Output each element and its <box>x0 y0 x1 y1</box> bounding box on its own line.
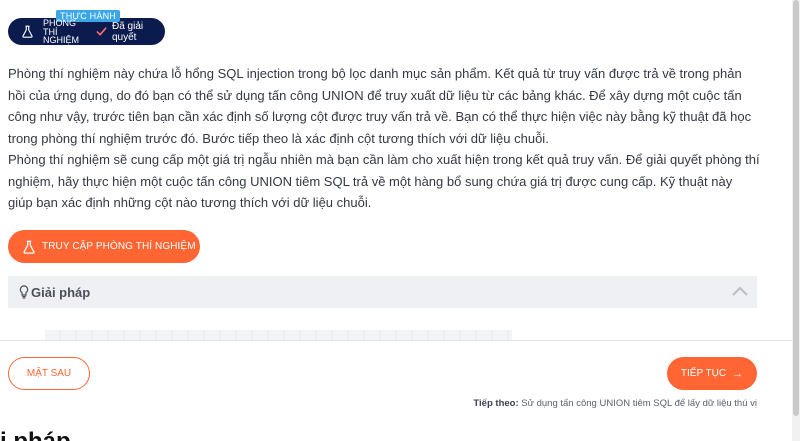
continue-button-label: TIẾP TỤC <box>680 368 727 379</box>
next-hint-text: Sử dụng tấn công UNION tiêm SQL để lấy d… <box>521 398 757 409</box>
lesson-footer: MẶT SAU TIẾP TỤC → Tiếp theo: Sử dụng tấ… <box>0 340 792 416</box>
next-hint-prefix: Tiếp theo: <box>473 398 519 409</box>
access-lab-button[interactable]: TRUY CẬP PHÒNG THÍ NGHIỆM <box>8 230 200 263</box>
lab-description-1: Phòng thí nghiệm này chứa lỗ hổng SQL in… <box>8 66 752 146</box>
lightbulb-icon <box>19 285 29 299</box>
back-button-label: MẶT SAU <box>26 368 72 379</box>
lab-status-badge: THỰC HÀNH PHÒNG THÍ NGHIỆM Đã giải quyết <box>8 10 165 45</box>
solution-section-heading: i pháp <box>0 430 71 441</box>
lab-label: PHÒNG THÍ NGHIỆM <box>43 19 79 45</box>
solution-content-preview <box>45 330 512 340</box>
back-button[interactable]: MẶT SAU <box>8 357 90 390</box>
flask-icon <box>23 240 35 254</box>
solved-status: Đã giải quyết <box>112 21 144 43</box>
next-lesson-hint[interactable]: Tiếp theo: Sử dụng tấn công UNION tiêm S… <box>473 398 757 409</box>
page-scrollbar[interactable] <box>792 0 800 441</box>
solution-title: Giải pháp <box>31 284 91 300</box>
check-icon <box>96 27 107 36</box>
lab-description-2: Phòng thí nghiệm sẽ cung cấp một giá trị… <box>8 152 760 210</box>
scrollbar-thumb[interactable] <box>793 0 799 416</box>
access-lab-label: TRUY CẬP PHÒNG THÍ NGHIỆM <box>42 241 196 252</box>
chevron-up-icon[interactable] <box>732 286 748 296</box>
continue-button[interactable]: TIẾP TỤC → <box>667 357 757 390</box>
arrow-right-icon: → <box>732 367 744 380</box>
flask-icon <box>22 25 33 38</box>
solution-accordion-header[interactable]: Giải pháp <box>8 276 757 308</box>
